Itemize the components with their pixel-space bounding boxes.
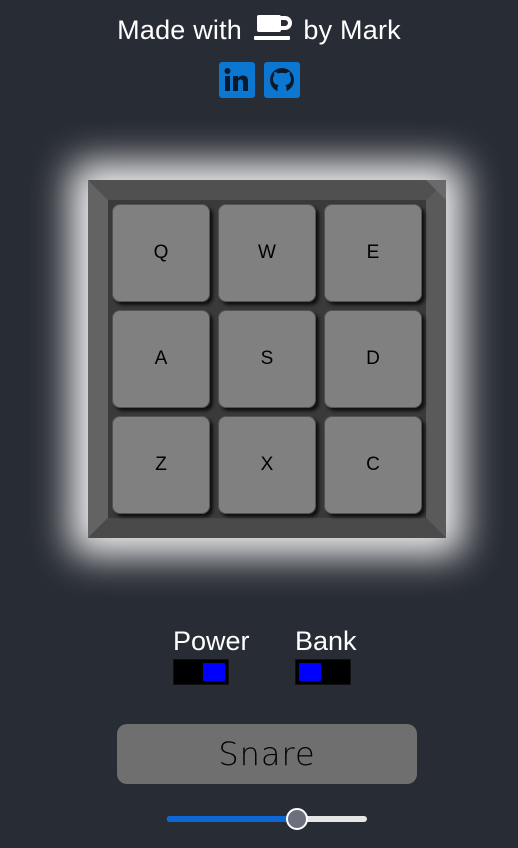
sound-display: Snare <box>117 724 417 784</box>
drum-pad-s[interactable]: S <box>218 310 316 408</box>
power-toggle-knob <box>202 662 226 682</box>
drum-pad-c[interactable]: C <box>324 416 422 514</box>
credit-prefix: Made with <box>117 15 243 45</box>
volume-slider[interactable] <box>167 808 367 830</box>
bank-toggle[interactable] <box>295 659 351 685</box>
drum-pad-z[interactable]: Z <box>112 416 210 514</box>
github-link[interactable] <box>263 62 300 98</box>
drum-machine-app: Made with by Mark Q W E A S D Z X C Powe… <box>0 0 518 848</box>
drum-pad-panel: Q W E A S D Z X C <box>88 180 446 538</box>
pad-grid: Q W E A S D Z X C <box>108 200 426 518</box>
drum-pad-e[interactable]: E <box>324 204 422 302</box>
bank-toggle-knob <box>298 662 322 682</box>
bank-control: Bank <box>295 627 357 685</box>
power-label: Power <box>173 626 250 656</box>
linkedin-icon <box>224 68 248 91</box>
credit-suffix: by Mark <box>303 15 401 45</box>
github-icon <box>269 68 294 92</box>
social-links <box>0 62 518 98</box>
linkedin-link[interactable] <box>218 62 255 98</box>
credit-line: Made with by Mark <box>0 12 518 49</box>
drum-pad-w[interactable]: W <box>218 204 316 302</box>
volume-fill <box>167 816 298 822</box>
drum-pad-d[interactable]: D <box>324 310 422 408</box>
bank-label: Bank <box>295 626 357 656</box>
power-toggle[interactable] <box>173 659 229 685</box>
volume-thumb[interactable] <box>286 808 309 830</box>
drum-pad-a[interactable]: A <box>112 310 210 408</box>
coffee-cup-icon <box>253 12 292 49</box>
power-control: Power <box>173 627 250 685</box>
drum-pad-x[interactable]: X <box>218 416 316 514</box>
drum-pad-q[interactable]: Q <box>112 204 210 302</box>
